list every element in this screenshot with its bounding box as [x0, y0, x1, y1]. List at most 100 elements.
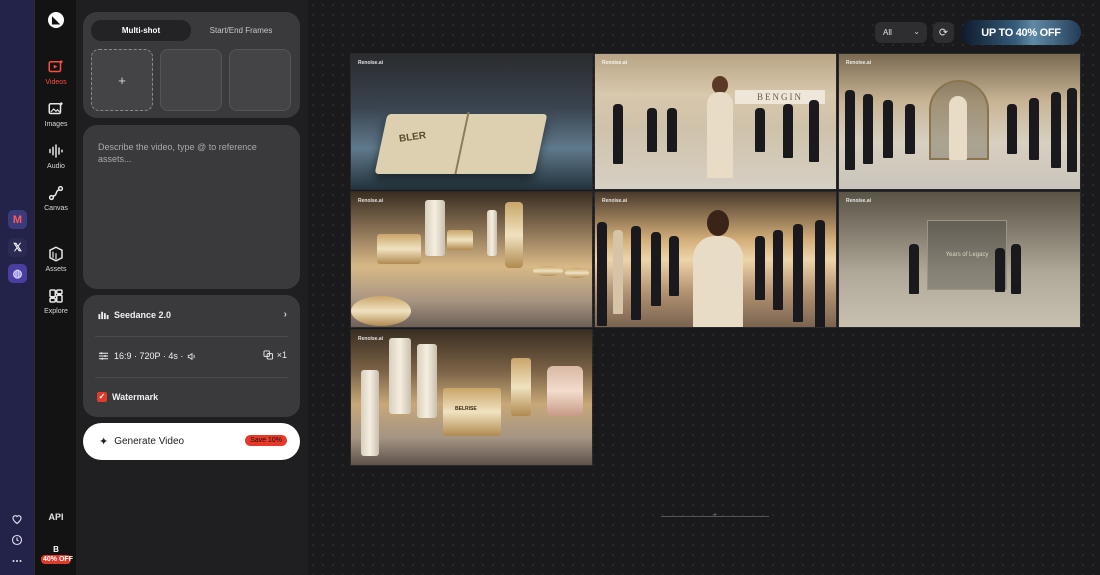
clock-icon[interactable]: [9, 532, 25, 548]
person-figure: [1051, 92, 1061, 168]
serum-bottle: [505, 202, 523, 268]
headset-icon[interactable]: ◍: [8, 264, 27, 283]
filter-select[interactable]: All ⌄: [875, 22, 927, 43]
person-figure: [613, 230, 623, 314]
video-thumbnail[interactable]: Renoise.ai BLER: [350, 53, 593, 190]
tab-start-end-frames[interactable]: Start/End Frames: [191, 20, 291, 41]
prompt-card[interactable]: Describe the video, type @ to reference …: [83, 125, 300, 289]
app-window: M 𝕏 ◍ ◣ Videos Images Audio Canvas Asset…: [0, 0, 1100, 575]
refresh-button[interactable]: ⟳: [933, 22, 954, 43]
gmail-icon[interactable]: M: [8, 210, 27, 229]
person-figure: [755, 236, 765, 300]
video-thumbnail[interactable]: Renoise.ai: [594, 191, 837, 328]
generation-panel: Multi-shot Start/End Frames + Describe t…: [76, 0, 308, 575]
shot-slot[interactable]: [229, 49, 291, 111]
video-thumbnail[interactable]: Renoise.ai: [838, 53, 1081, 190]
person-figure: [845, 90, 855, 170]
gold-ring: [565, 268, 589, 278]
cream-jar: [443, 388, 501, 436]
duplicate-count-value: ×1: [276, 350, 287, 360]
tab-multi-shot[interactable]: Multi-shot: [91, 20, 191, 41]
nav-rail: ◣ Videos Images Audio Canvas Assets Expl…: [34, 0, 76, 575]
avatar[interactable]: B 40% OFF: [41, 545, 73, 564]
avatar-initial: B: [53, 545, 59, 554]
duplicate-count[interactable]: ×1: [263, 350, 287, 360]
canvas-icon: [48, 185, 64, 201]
nav-images[interactable]: Images: [35, 100, 77, 128]
person-figure: [1011, 244, 1021, 294]
bottle: [487, 210, 497, 256]
chevron-right-icon: ›: [283, 309, 287, 320]
cream-jar: [377, 234, 421, 264]
api-link[interactable]: API: [35, 512, 77, 522]
nav-explore-label: Explore: [44, 308, 68, 315]
thumbnail-watermark: Renoise.ai: [846, 60, 872, 66]
serum-bottle: [511, 358, 531, 416]
nav-assets[interactable]: Assets: [35, 245, 77, 273]
watermark-toggle[interactable]: ✓ Watermark: [97, 386, 287, 408]
add-shot-button[interactable]: +: [91, 49, 153, 111]
person-figure: [909, 244, 919, 294]
system-sidebar: M 𝕏 ◍: [0, 0, 34, 575]
person-figure: [707, 92, 733, 178]
nav-videos-label: Videos: [45, 79, 67, 86]
generate-video-button[interactable]: ✦ Generate Video Save 10%: [83, 423, 300, 460]
video-icon: [48, 60, 63, 73]
model-selector[interactable]: Seedance 2.0 ›: [97, 304, 287, 326]
mode-tabs: Multi-shot Start/End Frames: [91, 20, 291, 41]
options-card: Seedance 2.0 › 16:9 · 720P · 4s · ×1 ✓ W…: [83, 295, 300, 417]
person-figure: [1067, 88, 1077, 172]
x-icon[interactable]: 𝕏: [8, 238, 27, 257]
person-figure: [631, 226, 641, 320]
sparkle-icon: ✦: [99, 436, 109, 448]
image-icon: [48, 102, 63, 115]
settings-summary: 16:9 · 720P · 4s ·: [114, 351, 184, 361]
heart-icon[interactable]: [9, 511, 25, 527]
video-settings[interactable]: 16:9 · 720P · 4s · ×1: [97, 345, 287, 367]
model-bars-icon: [97, 309, 109, 321]
person-figure: [597, 222, 607, 326]
nav-videos[interactable]: Videos: [35, 58, 77, 86]
person-figure: [883, 100, 893, 158]
filter-value: All: [883, 28, 892, 37]
nav-audio[interactable]: Audio: [35, 142, 77, 170]
person-figure: [755, 108, 765, 152]
prompt-input[interactable]: Describe the video, type @ to reference …: [98, 141, 278, 165]
person-figure: [667, 108, 677, 152]
nav-canvas[interactable]: Canvas: [35, 184, 77, 212]
person-figure: [783, 104, 793, 158]
video-thumbnail[interactable]: Renoise.ai Years of Legacy: [838, 191, 1081, 328]
person-figure: [905, 104, 915, 154]
watermark-checkbox[interactable]: ✓: [97, 392, 107, 402]
divider: [95, 377, 288, 378]
app-logo[interactable]: ◣: [48, 12, 64, 28]
thumbnail-watermark: Renoise.ai: [602, 198, 628, 204]
bottle: [425, 200, 445, 256]
person-figure: [863, 94, 873, 164]
gold-ring: [351, 296, 411, 326]
refresh-icon: ⟳: [938, 27, 949, 39]
video-thumbnail[interactable]: Renoise.ai: [350, 191, 593, 328]
assets-icon: [49, 246, 63, 262]
avatar-discount-badge: 40% OFF: [41, 555, 73, 564]
nav-canvas-label: Canvas: [44, 205, 68, 212]
cream-jar: [447, 230, 473, 250]
nav-assets-label: Assets: [45, 266, 67, 273]
person-figure: [809, 100, 819, 162]
shot-slot[interactable]: [160, 49, 222, 111]
person-figure: [949, 96, 967, 160]
video-thumbnail[interactable]: Renoise.ai BENGIN: [594, 53, 837, 190]
thumbnail-watermark: Renoise.ai: [358, 198, 384, 204]
person-figure: [773, 230, 783, 310]
nav-explore[interactable]: Explore: [35, 287, 77, 315]
speaker-icon: [186, 350, 198, 362]
promo-banner[interactable]: UP TO 40% OFF: [961, 20, 1081, 45]
nav-audio-label: Audio: [47, 163, 65, 170]
nav-images-label: Images: [44, 121, 68, 128]
more-icon[interactable]: [9, 553, 25, 569]
canvas-area: All ⌄ ⟳ UP TO 40% OFF Renoise.ai BLER Re…: [308, 0, 1100, 575]
video-thumbnail[interactable]: Renoise.ai BELRISE: [350, 329, 593, 466]
person-figure: [1007, 104, 1017, 154]
bottle: [361, 370, 379, 456]
canvas-scroll-indicator[interactable]: +: [661, 512, 769, 519]
